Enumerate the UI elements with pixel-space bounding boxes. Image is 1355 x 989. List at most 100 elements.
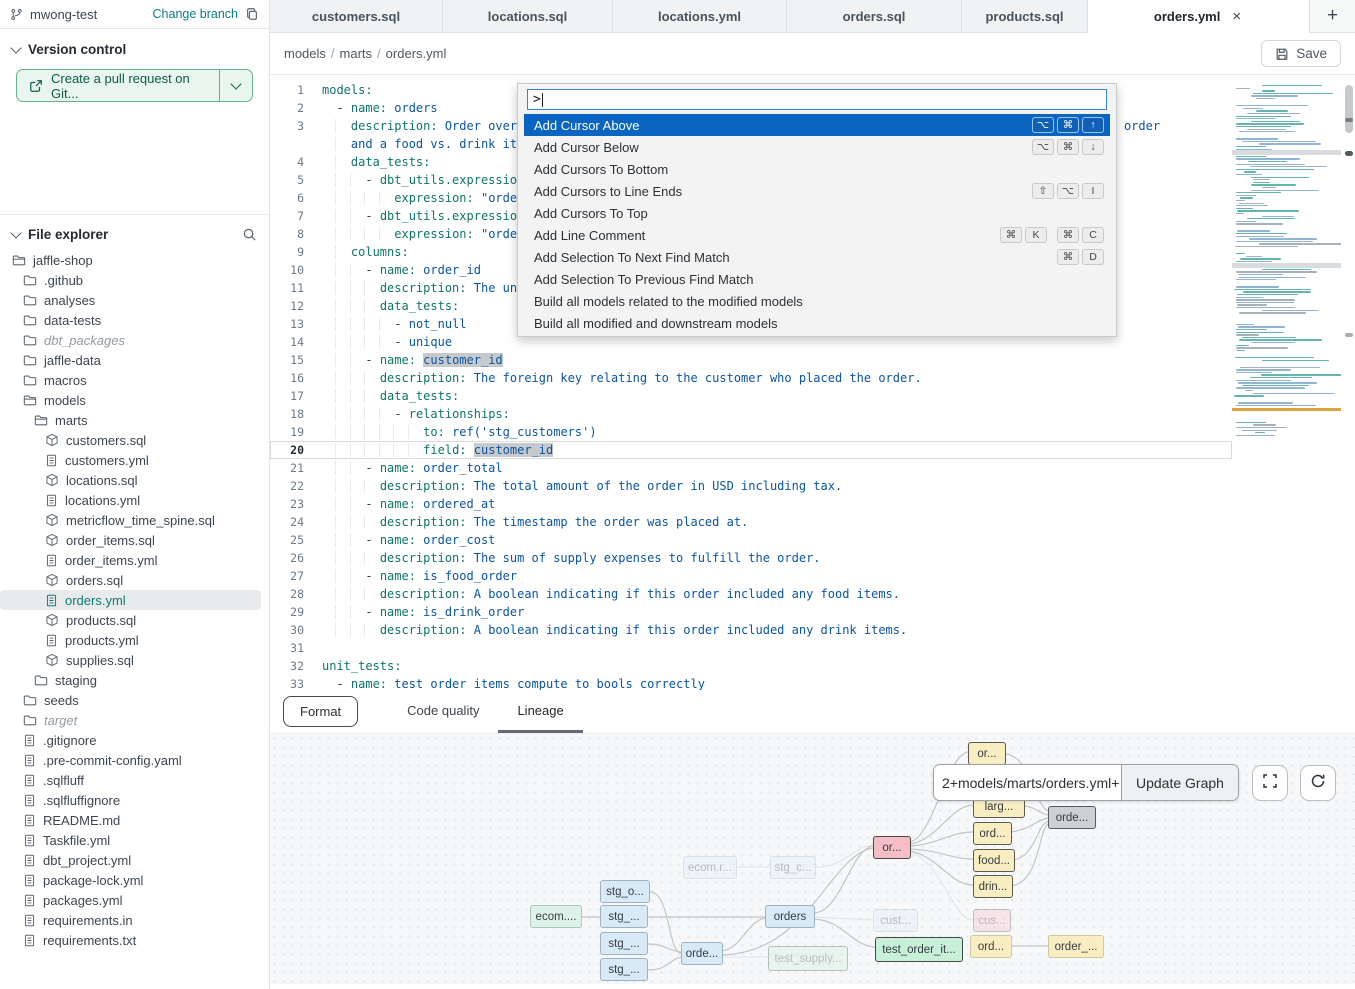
tree-item-locations-yml[interactable]: locations.yml bbox=[0, 490, 269, 510]
command-item-add-cursors-to-bottom[interactable]: Add Cursors To Bottom bbox=[524, 158, 1110, 180]
breadcrumb-part[interactable]: orders.yml bbox=[386, 46, 447, 61]
minimap[interactable] bbox=[1232, 83, 1341, 445]
code-line[interactable]: 26 description: The sum of supply expens… bbox=[270, 549, 1232, 567]
code-line[interactable]: 16 description: The foreign key relating… bbox=[270, 369, 1232, 387]
panel-tab-lineage[interactable]: Lineage bbox=[498, 691, 582, 733]
lineage-canvas[interactable]: ecom....stg_o...stg_...stg_...stg_...ord… bbox=[270, 733, 1355, 984]
tab-orders-yml[interactable]: orders.yml× bbox=[1088, 0, 1310, 33]
command-item-build-all-modified-and-downstream-models[interactable]: Build all modified and downstream models bbox=[524, 312, 1110, 334]
code-line[interactable]: 30 description: A boolean indicating if … bbox=[270, 621, 1232, 639]
code-line[interactable]: 19 to: ref('stg_customers') bbox=[270, 423, 1232, 441]
save-button[interactable]: Save bbox=[1261, 40, 1341, 67]
tree-item-data-tests[interactable]: data-tests bbox=[0, 310, 269, 330]
tree-item-gitignore[interactable]: .gitignore bbox=[0, 730, 269, 750]
tree-item-staging[interactable]: staging bbox=[0, 670, 269, 690]
editor-scrollbar[interactable] bbox=[1343, 75, 1355, 690]
panel-tab-code-quality[interactable]: Code quality bbox=[388, 691, 498, 733]
code-line[interactable]: 28 description: A boolean indicating if … bbox=[270, 585, 1232, 603]
change-branch-link[interactable]: Change branch bbox=[153, 7, 238, 21]
code-line[interactable]: 27 - name: is_food_order bbox=[270, 567, 1232, 585]
tree-item-customers-sql[interactable]: customers.sql bbox=[0, 430, 269, 450]
tree-item-seeds[interactable]: seeds bbox=[0, 690, 269, 710]
tree-item-products-yml[interactable]: products.yml bbox=[0, 630, 269, 650]
tree-item-supplies-sql[interactable]: supplies.sql bbox=[0, 650, 269, 670]
tree-item-analyses[interactable]: analyses bbox=[0, 290, 269, 310]
tree-item-jaffle-data[interactable]: jaffle-data bbox=[0, 350, 269, 370]
lineage-node-ord[interactable]: ord... bbox=[970, 935, 1012, 958]
command-item-build-all-models-related-to-the-modified-models[interactable]: Build all models related to the modified… bbox=[524, 290, 1110, 312]
tree-item-packages-yml[interactable]: packages.yml bbox=[0, 890, 269, 910]
lineage-node-or[interactable]: or... bbox=[873, 836, 911, 859]
refresh-button[interactable] bbox=[1300, 765, 1336, 801]
tree-item-pre-commit-config-yaml[interactable]: .pre-commit-config.yaml bbox=[0, 750, 269, 770]
code-line[interactable]: 24 description: The timestamp the order … bbox=[270, 513, 1232, 531]
lineage-node-cust[interactable]: cust... bbox=[873, 909, 918, 932]
lineage-node-ecom-r[interactable]: ecom.r... bbox=[683, 856, 737, 879]
tree-item-requirements-txt[interactable]: requirements.txt bbox=[0, 930, 269, 950]
tree-item-metricflow-time-spine-sql[interactable]: metricflow_time_spine.sql bbox=[0, 510, 269, 530]
code-line[interactable]: 15 - name: customer_id bbox=[270, 351, 1232, 369]
new-tab-button[interactable]: + bbox=[1327, 5, 1338, 27]
close-icon[interactable]: × bbox=[1230, 8, 1243, 25]
lineage-node-ecom[interactable]: ecom.... bbox=[530, 905, 582, 928]
command-item-add-cursors-to-top[interactable]: Add Cursors To Top bbox=[524, 202, 1110, 224]
lineage-node-cus[interactable]: cus... bbox=[973, 909, 1011, 932]
lineage-node-food[interactable]: food... bbox=[973, 849, 1015, 872]
tree-item-order-items-sql[interactable]: order_items.sql bbox=[0, 530, 269, 550]
lineage-node-orde[interactable]: orde... bbox=[681, 942, 723, 965]
tree-item-github[interactable]: .github bbox=[0, 270, 269, 290]
lineage-node-test-order-it[interactable]: test_order_it... bbox=[875, 937, 963, 962]
tab-locations-sql[interactable]: locations.sql bbox=[443, 0, 613, 33]
code-line[interactable]: 33 - name: test_order_items_compute_to_b… bbox=[270, 675, 1232, 690]
code-line[interactable]: 17 data_tests: bbox=[270, 387, 1232, 405]
command-item-add-cursor-below[interactable]: Add Cursor Below⌥⌘↓ bbox=[524, 136, 1110, 158]
tree-item-marts[interactable]: marts bbox=[0, 410, 269, 430]
lineage-node-test-supply[interactable]: test_supply... bbox=[768, 946, 848, 971]
version-control-header[interactable]: Version control bbox=[0, 29, 269, 65]
file-explorer-header[interactable]: File explorer bbox=[0, 215, 269, 250]
lineage-node-orde[interactable]: orde... bbox=[1048, 806, 1096, 829]
code-line[interactable]: 18 - relationships: bbox=[270, 405, 1232, 423]
tree-item-package-lock-yml[interactable]: package-lock.yml bbox=[0, 870, 269, 890]
lineage-node-ord[interactable]: ord... bbox=[973, 822, 1012, 845]
command-item-add-selection-to-previous-find-match[interactable]: Add Selection To Previous Find Match bbox=[524, 268, 1110, 290]
pr-dropdown-button[interactable] bbox=[219, 70, 252, 101]
code-line[interactable]: 21 - name: order_total bbox=[270, 459, 1232, 477]
command-item-add-cursor-above[interactable]: Add Cursor Above⌥⌘↑ bbox=[524, 114, 1110, 136]
tree-item-target[interactable]: target bbox=[0, 710, 269, 730]
copy-icon[interactable] bbox=[245, 7, 259, 21]
tree-item-dbt-project-yml[interactable]: dbt_project.yml bbox=[0, 850, 269, 870]
tree-item-models[interactable]: models bbox=[0, 390, 269, 410]
tree-item-readme-md[interactable]: README.md bbox=[0, 810, 269, 830]
code-line[interactable]: 23 - name: ordered_at bbox=[270, 495, 1232, 513]
tree-item-sqlfluff[interactable]: .sqlfluff bbox=[0, 770, 269, 790]
lineage-node-stg-o[interactable]: stg_o... bbox=[600, 880, 650, 903]
lineage-node-orders[interactable]: orders bbox=[765, 905, 815, 928]
code-line[interactable]: 31 bbox=[270, 639, 1232, 657]
command-palette-input[interactable]: > bbox=[527, 89, 1107, 110]
tree-item-sqlfluffignore[interactable]: .sqlfluffignore bbox=[0, 790, 269, 810]
code-line[interactable]: 25 - name: order_cost bbox=[270, 531, 1232, 549]
code-editor[interactable]: 1models:2 - name: orders3 description: O… bbox=[270, 75, 1355, 690]
code-line[interactable]: 32unit_tests: bbox=[270, 657, 1232, 675]
tree-item-macros[interactable]: macros bbox=[0, 370, 269, 390]
create-pr-button[interactable]: Create a pull request on Git... bbox=[16, 69, 253, 102]
format-button[interactable]: Format bbox=[283, 696, 358, 727]
update-graph-button[interactable]: Update Graph bbox=[1121, 765, 1238, 800]
tree-item-orders-sql[interactable]: orders.sql bbox=[0, 570, 269, 590]
lineage-node-drin[interactable]: drin... bbox=[973, 875, 1013, 898]
lineage-node-stg[interactable]: stg_... bbox=[600, 932, 648, 955]
command-item-add-line-comment[interactable]: Add Line Comment⌘K⌘C bbox=[524, 224, 1110, 246]
tree-item-customers-yml[interactable]: customers.yml bbox=[0, 450, 269, 470]
tab-products-sql[interactable]: products.sql bbox=[962, 0, 1088, 33]
tree-item-jaffle-shop[interactable]: jaffle-shop bbox=[0, 250, 269, 270]
breadcrumb-part[interactable]: models bbox=[284, 46, 326, 61]
tree-item-products-sql[interactable]: products.sql bbox=[0, 610, 269, 630]
lineage-node-or[interactable]: or... bbox=[968, 742, 1006, 765]
code-line[interactable]: 20 field: customer_id bbox=[270, 441, 1232, 459]
tree-item-orders-yml[interactable]: orders.yml bbox=[0, 590, 261, 610]
tree-item-taskfile-yml[interactable]: Taskfile.yml bbox=[0, 830, 269, 850]
search-icon[interactable] bbox=[242, 227, 257, 242]
code-line[interactable]: 29 - name: is_drink_order bbox=[270, 603, 1232, 621]
command-item-add-selection-to-next-find-match[interactable]: Add Selection To Next Find Match⌘D bbox=[524, 246, 1110, 268]
